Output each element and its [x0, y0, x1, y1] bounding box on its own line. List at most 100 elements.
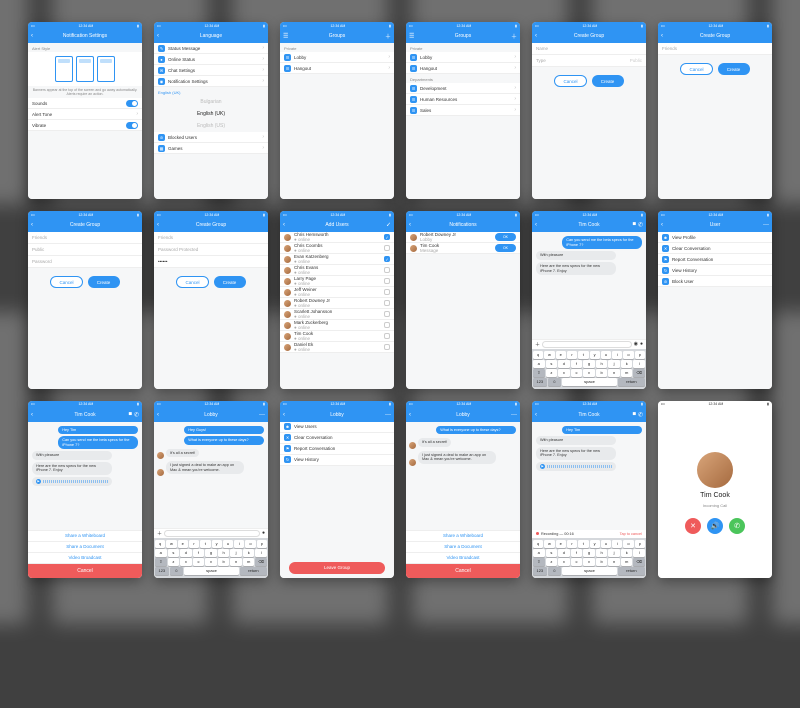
key[interactable]: z — [546, 369, 558, 377]
name-field[interactable]: Friends — [28, 232, 142, 244]
key[interactable]: a — [155, 549, 167, 557]
cancel-button[interactable]: Cancel — [50, 276, 82, 288]
type-field[interactable]: Public — [28, 244, 142, 256]
key[interactable]: ⌫ — [633, 558, 645, 566]
key[interactable]: h — [218, 549, 230, 557]
name-field[interactable]: Friends — [658, 43, 772, 55]
key[interactable]: space — [184, 567, 239, 575]
key[interactable]: n — [608, 558, 620, 566]
name-field[interactable]: Friends — [154, 232, 268, 244]
action-clear-conversation[interactable]: ✕Clear Conversation — [280, 433, 394, 444]
key[interactable]: ⇧ — [155, 558, 167, 566]
group-item[interactable]: ☰Hangout› — [406, 63, 520, 74]
key[interactable]: k — [243, 549, 255, 557]
key[interactable]: o — [245, 540, 255, 548]
key[interactable]: y — [590, 540, 600, 548]
row-sounds[interactable]: Sounds — [28, 98, 142, 109]
checkbox[interactable] — [384, 245, 390, 251]
video-icon[interactable]: ■ — [128, 411, 132, 418]
key[interactable]: 123 — [533, 378, 547, 386]
key[interactable]: u — [223, 540, 233, 548]
key[interactable]: z — [546, 558, 558, 566]
back-icon[interactable]: ‹ — [535, 33, 537, 39]
back-icon[interactable]: ‹ — [283, 222, 285, 228]
toggle-on[interactable] — [126, 100, 138, 107]
action-view-history[interactable]: ↻View History — [280, 455, 394, 466]
action-report-conversation[interactable]: ⚑Report Conversation — [280, 444, 394, 455]
key[interactable]: space — [562, 378, 617, 386]
video-broadcast[interactable]: Video Broadcast — [28, 553, 142, 564]
key[interactable]: u — [601, 540, 611, 548]
key[interactable]: j — [608, 549, 620, 557]
key[interactable]: f — [571, 360, 583, 368]
key[interactable]: t — [200, 540, 210, 548]
checkbox[interactable] — [384, 289, 390, 295]
ok-button[interactable]: OK — [495, 233, 516, 241]
language-picker[interactable]: Bulgarian English (UK) English (US) — [154, 96, 268, 132]
row-games[interactable]: ▦Games› — [154, 143, 268, 154]
audio-message[interactable]: ▶ — [536, 462, 616, 471]
back-icon[interactable]: ‹ — [409, 222, 411, 228]
share-document[interactable]: Share a Document — [406, 542, 520, 553]
create-button[interactable]: Create — [88, 276, 120, 288]
user-row[interactable]: Chris Coombs● online — [280, 243, 394, 254]
check-icon[interactable]: ✓ — [386, 222, 391, 229]
share-document[interactable]: Share a Document — [28, 542, 142, 553]
keyboard[interactable]: qwertyuiopasdfghjkl⇧zxcvbnm⌫123☺spaceret… — [532, 349, 646, 389]
key[interactable]: k — [621, 360, 633, 368]
key[interactable]: n — [608, 369, 620, 377]
share-whiteboard[interactable]: Share a Whiteboard — [28, 531, 142, 542]
checkbox[interactable] — [384, 278, 390, 284]
key[interactable]: a — [533, 360, 545, 368]
camera-icon[interactable]: ◉ — [634, 341, 638, 347]
key[interactable]: t — [578, 540, 588, 548]
key[interactable]: z — [168, 558, 180, 566]
ok-button[interactable]: OK — [495, 244, 516, 252]
user-row[interactable]: Jeff Weiner● online — [280, 287, 394, 298]
key[interactable]: w — [166, 540, 176, 548]
keyboard[interactable]: qwertyuiopasdfghjkl⇧zxcvbnm⌫123☺spaceret… — [154, 538, 268, 578]
group-item[interactable]: ☰Lobby› — [280, 52, 394, 63]
key[interactable]: d — [558, 360, 570, 368]
password-field[interactable]: •••••• — [154, 256, 268, 268]
key[interactable]: e — [556, 540, 566, 548]
menu-icon[interactable]: ☰ — [409, 33, 414, 40]
action-clear-conversation[interactable]: ✕Clear Conversation — [658, 243, 772, 254]
back-icon[interactable]: ‹ — [661, 222, 663, 228]
key[interactable]: s — [546, 360, 558, 368]
key[interactable]: i — [612, 351, 622, 359]
create-button[interactable]: Create — [592, 75, 624, 87]
action-view-history[interactable]: ↻View History — [658, 265, 772, 276]
back-icon[interactable]: ‹ — [535, 412, 537, 418]
key[interactable]: p — [635, 351, 645, 359]
cancel-button[interactable]: Cancel — [680, 63, 712, 75]
key[interactable]: m — [621, 369, 633, 377]
key[interactable]: n — [230, 558, 242, 566]
key[interactable]: f — [571, 549, 583, 557]
add-icon[interactable]: ＋ — [385, 32, 391, 41]
key[interactable]: s — [546, 549, 558, 557]
key[interactable]: s — [168, 549, 180, 557]
key[interactable]: g — [205, 549, 217, 557]
menu-icon[interactable]: ☰ — [283, 33, 288, 40]
key[interactable]: ☺ — [548, 567, 562, 575]
checkbox[interactable] — [384, 300, 390, 306]
back-icon[interactable]: ‹ — [157, 222, 159, 228]
key[interactable]: ☺ — [548, 378, 562, 386]
key[interactable]: v — [205, 558, 217, 566]
action-view-users[interactable]: ☻View Users — [280, 422, 394, 433]
tap-to-cancel[interactable]: Tap to cancel — [620, 532, 642, 536]
user-row[interactable]: Tim Cook● online — [280, 331, 394, 342]
cancel-button[interactable]: Cancel — [554, 75, 586, 87]
key[interactable]: b — [596, 558, 608, 566]
key[interactable]: h — [596, 360, 608, 368]
key[interactable]: 123 — [533, 567, 547, 575]
name-field[interactable]: Name — [532, 43, 646, 55]
row-chat-settings[interactable]: ✉Chat Settings› — [154, 65, 268, 76]
key[interactable]: w — [544, 351, 554, 359]
key[interactable]: e — [178, 540, 188, 548]
checkbox[interactable] — [384, 344, 390, 350]
back-icon[interactable]: ‹ — [31, 33, 33, 39]
toggle-on[interactable] — [126, 122, 138, 129]
phone-icon[interactable]: ✆ — [134, 411, 139, 418]
